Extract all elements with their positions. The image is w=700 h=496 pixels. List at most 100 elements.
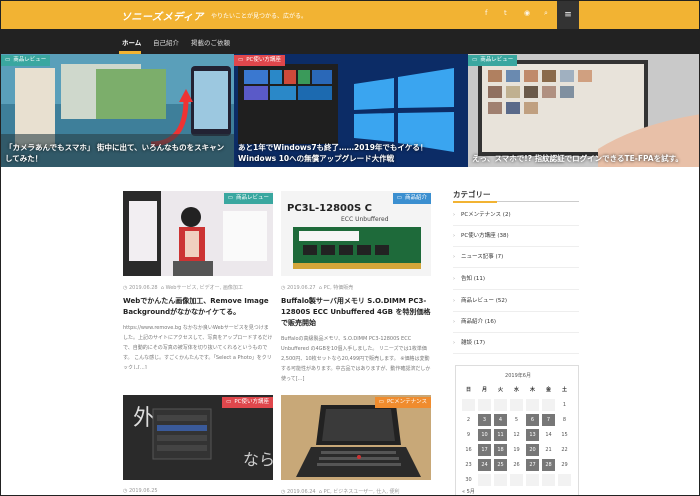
post-date: 2019.06.27 (286, 285, 316, 291)
post-date: 2019.06.24 (286, 489, 316, 495)
calendar-day-link[interactable]: 4 (494, 414, 507, 426)
calendar-day: 2 (466, 417, 471, 423)
calendar-day: 1 (562, 402, 567, 408)
featured-title[interactable]: 「カメラあんでもスマホ」 街中に出て、いろんなものをスキャンしてみた！ (5, 142, 230, 164)
post-tags[interactable]: Webサービス, ビデオー, 画像加工 (166, 285, 243, 291)
category-badge[interactable]: ▭ PC使い方講座 (222, 397, 273, 408)
sidebar-category-item[interactable]: › PCメンテナンス (2) (453, 205, 579, 226)
post-date: 2019.06.28 (128, 285, 158, 291)
calendar-day-link[interactable]: 18 (494, 444, 507, 456)
post-tags[interactable]: PC, 特価販売 (324, 285, 354, 291)
calendar-day: 26 (513, 462, 520, 468)
calendar-day-link[interactable]: 11 (494, 429, 507, 441)
calendar-day-link[interactable]: 7 (542, 414, 555, 426)
category-badge[interactable]: ▭ PC使い方講座 (234, 55, 285, 66)
featured-card[interactable]: ▭ 商品レビュー 「カメラあんでもスマホ」 街中に出て、いろんなものをスキャンして… (1, 54, 234, 167)
calendar-weekday: 木 (529, 387, 535, 393)
calendar-day-link[interactable]: 24 (478, 459, 491, 471)
calendar-day-link[interactable]: 10 (478, 429, 491, 441)
calendar-day-link[interactable]: 17 (478, 444, 491, 456)
calendar-prev-link[interactable]: « 5月 (462, 488, 475, 495)
featured-card[interactable]: ▭ 商品レビュー えっ、スマホで!? 指紋認証でログインできるTE-FPAを試す。 (468, 54, 699, 167)
post-meta: ◷ 2019.06.28 ⌂ Webサービス, ビデオー, 画像加工 (123, 284, 243, 291)
calendar-day-link[interactable]: 27 (526, 459, 539, 471)
post-title[interactable]: Buffalo製サーバ用メモリ S.O.DIMM PC3-12800S ECC … (281, 296, 433, 329)
sidebar-category-item[interactable]: › 商品レビュー (52) (453, 291, 579, 312)
calendar-weekday: 月 (481, 387, 487, 393)
calendar-day: 23 (465, 462, 472, 468)
calendar-day: 8 (562, 417, 567, 423)
category-badge[interactable]: ▭ 商品レビュー (223, 193, 273, 204)
sidebar-category-item[interactable]: › 商品紹介 (16) (453, 312, 579, 333)
site-header: ソニーズメディア やりたいことが見つかる、広がる。 f t ◉ ⌕ ≡ (1, 1, 699, 29)
post-meta: ◷ 2019.06.27 ⌂ PC, 特価販売 (281, 284, 353, 291)
calendar-day (526, 399, 539, 411)
nav-item-request[interactable]: 掲載のご依頼 (191, 37, 230, 47)
folder-icon: ▭ (238, 57, 244, 63)
post-meta: ◷ 2019.06.25 (123, 488, 158, 494)
featured-title[interactable]: あと1年でWindows7も終了……2019年でもイケる！ Windows 10… (238, 142, 464, 164)
sidebar-category-item[interactable]: › 告知 (11) (453, 269, 579, 290)
site-logo[interactable]: ソニーズメディア (121, 8, 204, 23)
featured-image (468, 54, 699, 167)
post-thumbnail[interactable]: ▭ PCメンテナンス (281, 395, 431, 480)
calendar-day: 21 (545, 447, 552, 453)
post-excerpt: Buffaloの高級製品メモリ、S.O.DIMM PC3-12800S ECC … (281, 336, 431, 382)
calendar-day-link[interactable]: 3 (478, 414, 491, 426)
tag-icon: ⌂ (160, 285, 164, 291)
folder-icon: ▭ (472, 57, 478, 63)
twitter-icon[interactable]: t (504, 9, 507, 17)
calendar-caption: 2019年6月 (505, 373, 531, 379)
calendar-day (494, 399, 507, 411)
category-badge[interactable]: ▭ 商品レビュー (1, 55, 51, 66)
chevron-right-icon: › (453, 254, 455, 260)
calendar-day: 15 (561, 432, 568, 438)
calendar-day-link[interactable]: 25 (494, 459, 507, 471)
category-badge[interactable]: ▭ PCメンテナンス (374, 397, 431, 408)
post-date: 2019.06.25 (128, 488, 158, 494)
calendar-day: 14 (545, 432, 552, 438)
calendar-day-link[interactable]: 6 (526, 414, 539, 426)
category-badge[interactable]: ▭ 商品レビュー (468, 55, 518, 66)
calendar-day-link[interactable]: 20 (526, 444, 539, 456)
browser-frame: ソニーズメディア やりたいことが見つかる、広がる。 f t ◉ ⌕ ≡ ホーム … (0, 0, 700, 496)
calendar-day-link[interactable]: 13 (526, 429, 539, 441)
post-tags[interactable]: PC, ビジネスユーザー, 仕入, 便利 (324, 489, 400, 495)
post-thumbnail[interactable]: 外 なら ▭ PC使い方講座 (123, 395, 273, 480)
post-meta: ◷ 2019.06.24 ⌂ PC, ビジネスユーザー, 仕入, 便利 (281, 488, 400, 495)
calendar-weekday: 土 (561, 387, 567, 393)
calendar-day: 5 (514, 417, 519, 423)
post-title[interactable]: Webでかんたん画像加工、Remove Image Backgroundがなかな… (123, 296, 273, 318)
clock-icon: ◷ (123, 285, 128, 291)
facebook-icon[interactable]: f (485, 9, 487, 17)
post-card: PC3L-12800S C ECC Unbuffered ▭ 商品紹介 ◷ 201… (281, 191, 433, 382)
category-badge[interactable]: ▭ 商品紹介 (392, 193, 431, 204)
tag-icon: ⌂ (318, 285, 322, 291)
calendar-day (526, 474, 539, 486)
post-thumbnail[interactable]: ▭ 商品レビュー (123, 191, 273, 276)
featured-card[interactable]: ▭ PC使い方講座 あと1年でWindows7も終了……2019年でもイケる！ W… (234, 54, 468, 167)
folder-icon: ▭ (226, 399, 232, 405)
post-thumbnail[interactable]: PC3L-12800S C ECC Unbuffered ▭ 商品紹介 (281, 191, 431, 276)
calendar-day (510, 474, 523, 486)
calendar-weekday: 日 (465, 387, 471, 393)
hamburger-icon[interactable]: ≡ (557, 1, 579, 29)
svg-text:なら: なら (243, 450, 273, 469)
sidebar-category-item[interactable]: › 雑談 (17) (453, 333, 579, 354)
nav-item-home[interactable]: ホーム (122, 37, 141, 47)
calendar-day (478, 399, 491, 411)
rss-icon[interactable]: ◉ (524, 9, 530, 17)
chevron-right-icon: › (453, 340, 455, 346)
site-tagline: やりたいことが見つかる、広がる。 (211, 13, 308, 20)
calendar-day-link[interactable]: 28 (542, 459, 555, 471)
calendar-day: 12 (513, 432, 520, 438)
featured-title[interactable]: えっ、スマホで!? 指紋認証でログインできるTE-FPAを試す。 (472, 153, 697, 164)
chevron-right-icon: › (453, 212, 455, 218)
clock-icon: ◷ (281, 489, 286, 495)
sidebar-category-item[interactable]: › ニュース記事 (7) (453, 247, 579, 268)
nav-item-about[interactable]: 自己紹介 (153, 37, 179, 47)
svg-text:ECC Unbuffered: ECC Unbuffered (341, 216, 389, 223)
search-icon[interactable]: ⌕ (544, 9, 548, 18)
calendar-weekday: 金 (545, 387, 551, 393)
sidebar-category-item[interactable]: › PC使い方講座 (38) (453, 226, 579, 247)
